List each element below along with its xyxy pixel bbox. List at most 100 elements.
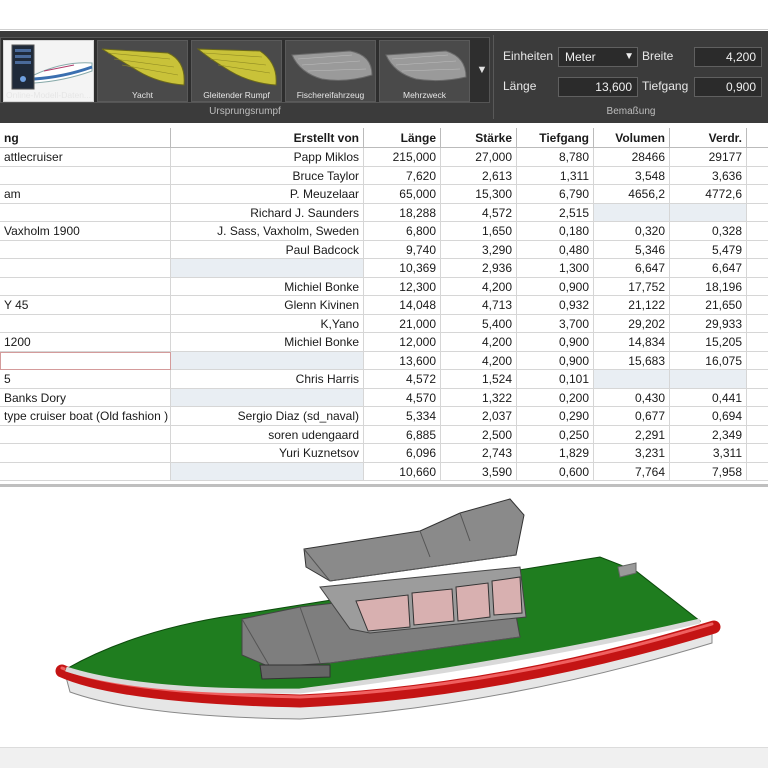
cell-name[interactable]	[0, 462, 171, 481]
cell-name[interactable]: Vaxholm 1900	[0, 222, 171, 241]
cell-displacement[interactable]	[670, 370, 747, 389]
cell-draft[interactable]: 0,200	[517, 388, 594, 407]
cell-displacement[interactable]: 2,349	[670, 425, 747, 444]
table-row[interactable]: Y 45 Glenn Kivinen 14,048 4,713 0,932 21,122 2…	[0, 296, 768, 315]
cell-name[interactable]	[0, 351, 171, 370]
cell-length[interactable]: 10,660	[364, 462, 441, 481]
table-row[interactable]: 10,369 2,936 1,300 6,647 6,647	[0, 259, 768, 278]
cell-length[interactable]: 65,000	[364, 185, 441, 204]
cell-length[interactable]: 7,620	[364, 166, 441, 185]
gallery-item-yacht[interactable]: Yacht	[97, 40, 188, 102]
cell-length[interactable]: 13,600	[364, 351, 441, 370]
cell-beam[interactable]: 15,300	[441, 185, 517, 204]
column-header-name[interactable]: ng	[0, 128, 171, 148]
cell-length[interactable]: 4,570	[364, 388, 441, 407]
cell-name[interactable]	[0, 259, 171, 278]
cell-beam[interactable]: 4,572	[441, 203, 517, 222]
gallery-item-planing-hull[interactable]: Gleitender Rumpf	[191, 40, 282, 102]
table-row[interactable]: Paul Badcock 9,740 3,290 0,480 5,346 5,479	[0, 240, 768, 259]
cell-created-by[interactable]: Glenn Kivinen	[171, 296, 364, 315]
cell-created-by[interactable]	[171, 259, 364, 278]
column-header-length[interactable]: Länge	[364, 128, 441, 148]
cell-name[interactable]	[0, 240, 171, 259]
table-row[interactable]: 5 Chris Harris 4,572 1,524 0,101	[0, 370, 768, 389]
cell-displacement[interactable]: 18,196	[670, 277, 747, 296]
cell-volume[interactable]: 5,346	[594, 240, 670, 259]
column-header-beam[interactable]: Stärke	[441, 128, 517, 148]
cell-beam[interactable]: 2,743	[441, 444, 517, 463]
cell-beam[interactable]: 1,524	[441, 370, 517, 389]
cell-draft[interactable]: 0,932	[517, 296, 594, 315]
table-row[interactable]: Vaxholm 1900 J. Sass, Vaxholm, Sweden 6,80…	[0, 222, 768, 241]
cell-volume[interactable]: 3,548	[594, 166, 670, 185]
cell-displacement[interactable]: 4772,6	[670, 185, 747, 204]
table-row[interactable]: Banks Dory 4,570 1,322 0,200 0,430 0,441	[0, 388, 768, 407]
cell-name[interactable]: attlecruiser	[0, 148, 171, 167]
cell-name[interactable]: Banks Dory	[0, 388, 171, 407]
cell-length[interactable]: 215,000	[364, 148, 441, 167]
cell-beam[interactable]: 2,500	[441, 425, 517, 444]
cell-volume[interactable]: 0,320	[594, 222, 670, 241]
cell-beam[interactable]: 2,613	[441, 166, 517, 185]
cell-draft[interactable]: 1,300	[517, 259, 594, 278]
cell-displacement[interactable]: 3,311	[670, 444, 747, 463]
table-row[interactable]: Bruce Taylor 7,620 2,613 1,311 3,548 3,636	[0, 166, 768, 185]
cell-volume[interactable]: 21,122	[594, 296, 670, 315]
cell-volume[interactable]	[594, 203, 670, 222]
cell-displacement[interactable]: 21,650	[670, 296, 747, 315]
gallery-item-fishing-vessel[interactable]: Fischereifahrzeug	[285, 40, 376, 102]
column-header-created-by[interactable]: Erstellt von	[171, 128, 364, 148]
cell-created-by[interactable]: Sergio Diaz (sd_naval)	[171, 407, 364, 426]
gallery-more-arrow-icon[interactable]: ▼	[476, 64, 488, 76]
cell-created-by[interactable]: Bruce Taylor	[171, 166, 364, 185]
cell-beam[interactable]: 4,713	[441, 296, 517, 315]
cell-created-by[interactable]	[171, 462, 364, 481]
cell-draft[interactable]: 0,900	[517, 277, 594, 296]
cell-created-by[interactable]: Michiel Bonke	[171, 277, 364, 296]
cell-beam[interactable]: 4,200	[441, 333, 517, 352]
cell-draft[interactable]: 3,700	[517, 314, 594, 333]
cell-length[interactable]: 4,572	[364, 370, 441, 389]
cell-displacement[interactable]: 29177	[670, 148, 747, 167]
cell-volume[interactable]: 0,430	[594, 388, 670, 407]
table-row[interactable]: 10,660 3,590 0,600 7,764 7,958	[0, 462, 768, 481]
cell-created-by[interactable]: P. Meuzelaar	[171, 185, 364, 204]
cell-volume[interactable]: 6,647	[594, 259, 670, 278]
cell-length[interactable]: 6,885	[364, 425, 441, 444]
cell-volume[interactable]: 14,834	[594, 333, 670, 352]
cell-created-by[interactable]	[171, 351, 364, 370]
cell-created-by[interactable]: Paul Badcock	[171, 240, 364, 259]
column-header-volume[interactable]: Volumen	[594, 128, 670, 148]
cell-name[interactable]	[0, 203, 171, 222]
cell-name[interactable]: Y 45	[0, 296, 171, 315]
table-row[interactable]: Yuri Kuznetsov 6,096 2,743 1,829 3,231 3,311	[0, 444, 768, 463]
cell-created-by[interactable]: Papp Miklos	[171, 148, 364, 167]
cell-displacement[interactable]: 0,441	[670, 388, 747, 407]
cell-name[interactable]: am	[0, 185, 171, 204]
cell-beam[interactable]: 27,000	[441, 148, 517, 167]
cell-draft[interactable]: 2,515	[517, 203, 594, 222]
gallery-item-online-model[interactable]: Online-Modell-Daten...	[3, 40, 94, 102]
table-row[interactable]: attlecruiser Papp Miklos 215,000 27,000 8,78…	[0, 148, 768, 167]
cell-beam[interactable]: 5,400	[441, 314, 517, 333]
width-input[interactable]: 4,200	[694, 47, 762, 67]
cell-draft[interactable]: 6,790	[517, 185, 594, 204]
length-input[interactable]: 13,600	[558, 77, 638, 97]
cell-length[interactable]: 9,740	[364, 240, 441, 259]
cell-length[interactable]: 5,334	[364, 407, 441, 426]
cell-displacement[interactable]: 0,694	[670, 407, 747, 426]
cell-draft[interactable]: 8,780	[517, 148, 594, 167]
units-select[interactable]: Meter ▼	[558, 47, 638, 67]
table-row[interactable]: 1200 Michiel Bonke 12,000 4,200 0,900 14,834 1…	[0, 333, 768, 352]
cell-length[interactable]: 12,000	[364, 333, 441, 352]
cell-volume[interactable]: 28466	[594, 148, 670, 167]
cell-displacement[interactable]	[670, 203, 747, 222]
cell-created-by[interactable]: Chris Harris	[171, 370, 364, 389]
cell-name[interactable]	[0, 277, 171, 296]
3d-viewport[interactable]	[0, 487, 768, 747]
table-row[interactable]: Richard J. Saunders 18,288 4,572 2,515	[0, 203, 768, 222]
cell-beam[interactable]: 1,322	[441, 388, 517, 407]
cell-length[interactable]: 10,369	[364, 259, 441, 278]
cell-volume[interactable]	[594, 370, 670, 389]
table-row[interactable]: 13,600 4,200 0,900 15,683 16,075	[0, 351, 768, 370]
